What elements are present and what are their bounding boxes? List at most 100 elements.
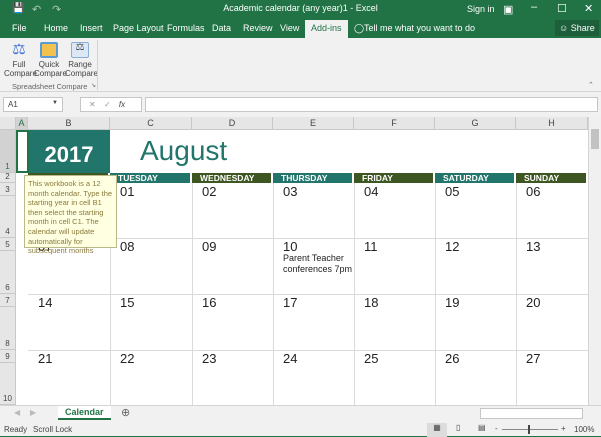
month-cell[interactable]: August xyxy=(140,135,227,167)
day-cell[interactable]: 17 xyxy=(273,295,297,310)
tab-data[interactable]: Data xyxy=(212,23,231,33)
day-cell[interactable]: 05 xyxy=(435,184,459,199)
day-cell[interactable]: 14 xyxy=(28,295,52,310)
tab-file[interactable]: File xyxy=(12,23,27,33)
lightbulb-icon: ◯ xyxy=(354,23,365,33)
tab-formulas[interactable]: Formulas xyxy=(167,23,205,33)
tab-add-ins[interactable]: Add-ins xyxy=(305,20,348,38)
tab-view[interactable]: View xyxy=(280,23,299,33)
insert-function-icon[interactable]: fx xyxy=(119,100,125,109)
page-layout-view-icon[interactable]: ▯ xyxy=(456,423,460,432)
add-sheet-icon[interactable]: ⊕ xyxy=(121,406,130,419)
range-compare-label: Range Compare xyxy=(65,60,98,78)
row-number: 6 xyxy=(5,283,10,292)
day-cell[interactable]: 04 xyxy=(354,184,378,199)
column-header-C[interactable]: C xyxy=(110,117,192,130)
column-header-E[interactable]: E xyxy=(273,117,354,130)
zoom-slider-thumb[interactable] xyxy=(528,425,530,434)
zoom-slider[interactable] xyxy=(502,429,558,430)
row-header-8[interactable]: 8 xyxy=(0,307,16,350)
day-cell[interactable]: 24 xyxy=(273,351,297,366)
row-header-3[interactable]: 3 xyxy=(0,183,16,196)
select-all-corner[interactable] xyxy=(0,117,16,130)
day-header-sunday: SUNDAY xyxy=(516,173,588,183)
cancel-icon[interactable]: ✕ xyxy=(89,100,96,109)
column-header-B[interactable]: B xyxy=(28,117,110,130)
zoom-level[interactable]: 100% xyxy=(574,425,594,434)
day-cell[interactable]: 09 xyxy=(192,239,216,254)
chevron-down-icon[interactable]: ▼ xyxy=(52,100,58,106)
day-cell[interactable]: 15 xyxy=(110,295,134,310)
row-number: 7 xyxy=(5,296,10,305)
range-compare-button[interactable]: ⚖ Range Compare xyxy=(65,42,98,78)
page-break-view-icon[interactable]: ▤ xyxy=(478,423,486,432)
worksheet-grid[interactable]: ABCDEFGH123456789102017AugustMONDAYTUESD… xyxy=(0,117,588,405)
day-cell[interactable]: 18 xyxy=(354,295,378,310)
day-cell[interactable]: 20 xyxy=(516,295,540,310)
name-box[interactable]: A1 ▼ xyxy=(3,97,63,112)
row-header-1[interactable]: 1 xyxy=(0,130,16,173)
row-header-6[interactable]: 6 xyxy=(0,251,16,294)
event-note[interactable]: Parent Teacher conferences 7pm xyxy=(273,253,353,275)
vertical-scrollbar[interactable] xyxy=(588,117,601,405)
day-cell[interactable]: 03 xyxy=(273,184,297,199)
status-ready: Ready xyxy=(4,425,28,434)
zoom-in-button[interactable]: + xyxy=(561,424,566,433)
day-cell[interactable]: 26 xyxy=(435,351,459,366)
row-header-9[interactable]: 9 xyxy=(0,350,16,363)
day-cell[interactable]: 02 xyxy=(192,184,216,199)
dialog-launcher-icon[interactable]: ↘ xyxy=(91,82,96,89)
zoom-out-button[interactable]: - xyxy=(495,424,498,433)
year-cell[interactable]: 2017 xyxy=(28,130,110,173)
tell-me-search[interactable]: Tell me what you want to do xyxy=(364,23,475,33)
row-header-2[interactable]: 2 xyxy=(0,172,16,183)
collapse-ribbon-icon[interactable]: ⌃ xyxy=(588,81,594,89)
day-cell[interactable]: 22 xyxy=(110,351,134,366)
row-number: 8 xyxy=(5,339,10,348)
day-cell[interactable]: 23 xyxy=(192,351,216,366)
full-compare-button[interactable]: ⚖ Full Compare xyxy=(4,42,37,79)
maximize-button[interactable]: ☐ xyxy=(557,2,567,15)
tab-page-layout[interactable]: Page Layout xyxy=(113,23,164,33)
full-compare-label: Full Compare xyxy=(4,60,37,78)
day-cell[interactable]: 13 xyxy=(516,239,540,254)
column-header-H[interactable]: H xyxy=(516,117,588,130)
day-cell[interactable]: 25 xyxy=(354,351,378,366)
normal-view-icon[interactable]: ▦ xyxy=(427,423,447,437)
selected-cell-a1[interactable] xyxy=(16,130,29,173)
day-cell[interactable]: 12 xyxy=(435,239,459,254)
day-cell[interactable]: 21 xyxy=(28,351,52,366)
row-header-4[interactable]: 4 xyxy=(0,196,16,238)
day-cell[interactable]: 06 xyxy=(516,184,540,199)
prev-sheet-icon[interactable]: ◀ xyxy=(14,408,20,417)
next-sheet-icon[interactable]: ▶ xyxy=(30,408,36,417)
scroll-thumb[interactable] xyxy=(591,129,599,149)
day-cell[interactable]: 10 xyxy=(273,239,297,254)
share-button[interactable]: ☺ Share xyxy=(555,20,599,36)
row-header-7[interactable]: 7 xyxy=(0,294,16,307)
sheet-tab-calendar[interactable]: Calendar xyxy=(58,406,111,420)
day-cell[interactable]: 11 xyxy=(354,239,378,254)
sign-in-link[interactable]: Sign in xyxy=(467,4,495,14)
day-cell[interactable]: 16 xyxy=(192,295,216,310)
minimize-button[interactable]: – xyxy=(531,1,537,13)
tab-insert[interactable]: Insert xyxy=(80,23,103,33)
row-header-5[interactable]: 5 xyxy=(0,238,16,251)
quick-compare-button[interactable]: Quick Compare xyxy=(34,42,67,78)
column-header-D[interactable]: D xyxy=(192,117,273,130)
tab-review[interactable]: Review xyxy=(243,23,273,33)
tab-home[interactable]: Home xyxy=(44,23,68,33)
ribbon-display-icon[interactable]: ▣ xyxy=(503,3,513,16)
enter-icon[interactable]: ✓ xyxy=(104,100,111,109)
day-cell[interactable]: 27 xyxy=(516,351,540,366)
close-button[interactable]: ✕ xyxy=(584,2,593,15)
formula-input[interactable] xyxy=(145,97,598,112)
column-header-A[interactable]: A xyxy=(16,117,28,130)
day-header-saturday: SATURDAY xyxy=(435,173,516,183)
column-header-F[interactable]: F xyxy=(354,117,435,130)
range-scales-icon: ⚖ xyxy=(71,42,89,58)
row-header-10[interactable]: 10 xyxy=(0,363,16,405)
column-header-G[interactable]: G xyxy=(435,117,516,130)
day-cell[interactable]: 19 xyxy=(435,295,459,310)
horizontal-scrollbar[interactable] xyxy=(480,408,583,419)
